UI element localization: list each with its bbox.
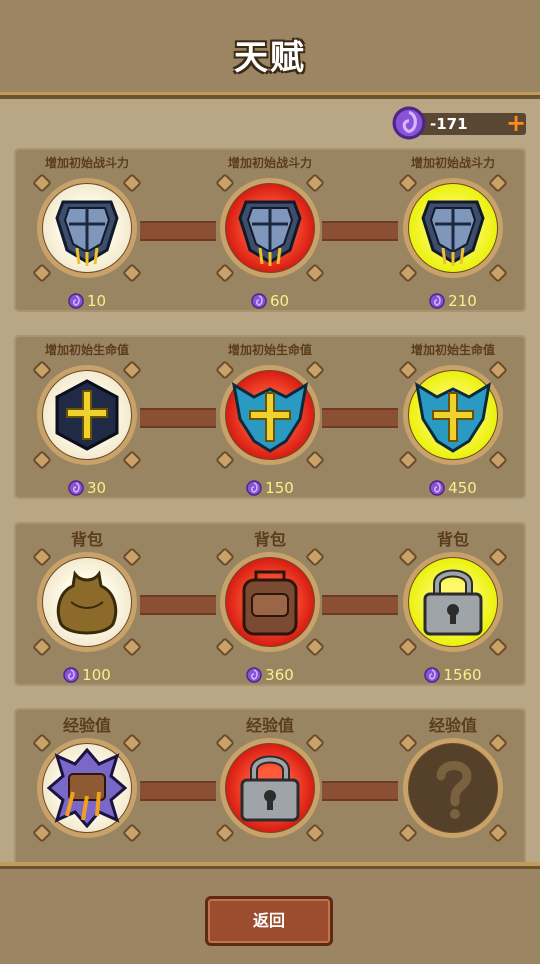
bag-icon [242, 570, 298, 636]
scroll-icon [47, 748, 127, 828]
currency-display: -171 + [392, 106, 530, 140]
gem-icon [429, 480, 445, 496]
shield-icon [238, 200, 302, 268]
talent-node[interactable] [398, 547, 508, 657]
talent-cost: 150 [185, 479, 355, 497]
talent-label: 经验值 [245, 716, 294, 735]
talent-node[interactable] [215, 733, 325, 843]
talent-node[interactable] [32, 547, 142, 657]
talent-cost: 10 [2, 292, 172, 310]
padlock-icon [413, 562, 493, 642]
talent-label: 增加初始生命值 [44, 343, 129, 357]
talent-row-backpack: 背包 背包 背包 100 360 1560 [14, 522, 526, 686]
talent-cost: 100 [2, 666, 172, 684]
talent-cost: 450 [368, 479, 538, 497]
gem-icon [424, 667, 441, 683]
add-currency-button[interactable]: + [506, 111, 526, 135]
padlock-icon [230, 748, 310, 828]
gem-icon [429, 293, 445, 309]
bag-icon [56, 572, 118, 635]
talent-node[interactable] [398, 360, 508, 470]
connector [322, 781, 398, 801]
talent-cost: 1560 [368, 666, 538, 684]
talent-label: 经验值 [62, 716, 111, 735]
talent-cost: 210 [368, 292, 538, 310]
talent-node[interactable] [32, 360, 142, 470]
talent-cost: 60 [185, 292, 355, 310]
question-mark-icon [413, 748, 493, 828]
gem-icon [68, 293, 84, 309]
gem-icon [251, 293, 267, 309]
talent-label: 增加初始战斗力 [44, 156, 129, 170]
page-title: 天赋 [234, 38, 306, 78]
connector [322, 408, 398, 428]
header-bar: 天赋 [0, 0, 540, 99]
talent-node[interactable] [32, 733, 142, 843]
gem-icon [246, 480, 262, 496]
gem-icon [392, 106, 426, 140]
connector [140, 595, 216, 615]
talent-node[interactable] [398, 173, 508, 283]
shield-icon [421, 200, 485, 268]
talent-label: 背包 [253, 530, 286, 549]
gem-icon [246, 667, 262, 683]
gem-icon [63, 667, 79, 683]
connector [322, 221, 398, 241]
talent-node[interactable] [215, 173, 325, 283]
connector [140, 781, 216, 801]
shield-icon [55, 200, 119, 268]
footer-bar: 返回 [0, 862, 540, 964]
talent-label: 经验值 [428, 716, 477, 735]
talent-node[interactable] [32, 173, 142, 283]
talent-row-attack: 增加初始战斗力 增加初始战斗力 增加初始战斗力 10 60 210 [14, 148, 526, 312]
connector [140, 221, 216, 241]
back-button[interactable]: 返回 [205, 896, 333, 946]
talent-cost: 30 [2, 479, 172, 497]
talent-label: 背包 [70, 530, 103, 549]
gem-icon [68, 480, 84, 496]
talent-label: 背包 [436, 530, 469, 549]
talent-label: 增加初始生命值 [227, 343, 312, 357]
currency-amount: -171 [430, 115, 468, 133]
talent-node[interactable] [215, 360, 325, 470]
talent-label: 增加初始战斗力 [227, 156, 312, 170]
talent-node[interactable] [215, 547, 325, 657]
connector [140, 408, 216, 428]
talent-cost: 360 [185, 666, 355, 684]
connector [322, 595, 398, 615]
talent-label: 增加初始生命值 [410, 343, 495, 357]
holy-cross-icon [232, 383, 308, 453]
holy-cross-icon [55, 379, 119, 451]
talent-row-experience: 经验值 经验值 经验值 [14, 708, 526, 872]
talent-row-health: 增加初始生命值 增加初始生命值 增加初始生命值 30 150 450 [14, 335, 526, 499]
holy-cross-icon [415, 383, 491, 453]
talent-node[interactable] [398, 733, 508, 843]
talent-label: 增加初始战斗力 [410, 156, 495, 170]
